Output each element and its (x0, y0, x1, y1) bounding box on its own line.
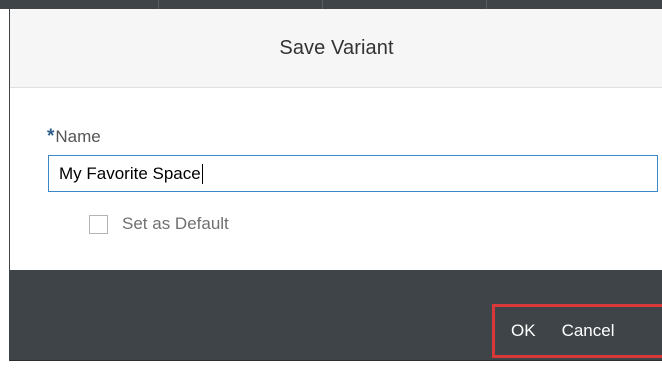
dialog-footer: OK Cancel (10, 270, 662, 361)
screen: Save Variant * Name My Favorite Space Se… (0, 0, 662, 370)
background-divider (486, 0, 487, 9)
ok-button[interactable]: OK (511, 321, 536, 341)
background-divider (322, 0, 323, 9)
cancel-button[interactable]: Cancel (562, 321, 615, 341)
required-marker: * (47, 126, 55, 147)
background-divider (158, 0, 159, 9)
text-cursor (201, 163, 203, 184)
name-input[interactable]: My Favorite Space (48, 155, 658, 192)
background-app-bar (0, 0, 662, 9)
dialog-header: Save Variant (10, 9, 662, 88)
set-as-default-option[interactable]: Set as Default (89, 214, 229, 234)
set-as-default-label: Set as Default (122, 214, 229, 233)
set-as-default-checkbox[interactable] (89, 214, 108, 234)
actions-highlight-box: OK Cancel (492, 304, 662, 358)
name-label: * Name (47, 126, 101, 148)
dialog-title: Save Variant (279, 36, 394, 59)
name-input-value: My Favorite Space (59, 163, 201, 183)
save-variant-dialog: Save Variant * Name My Favorite Space Se… (9, 9, 662, 361)
footer-bottom-edge (10, 360, 662, 361)
name-label-text: Name (55, 127, 101, 146)
